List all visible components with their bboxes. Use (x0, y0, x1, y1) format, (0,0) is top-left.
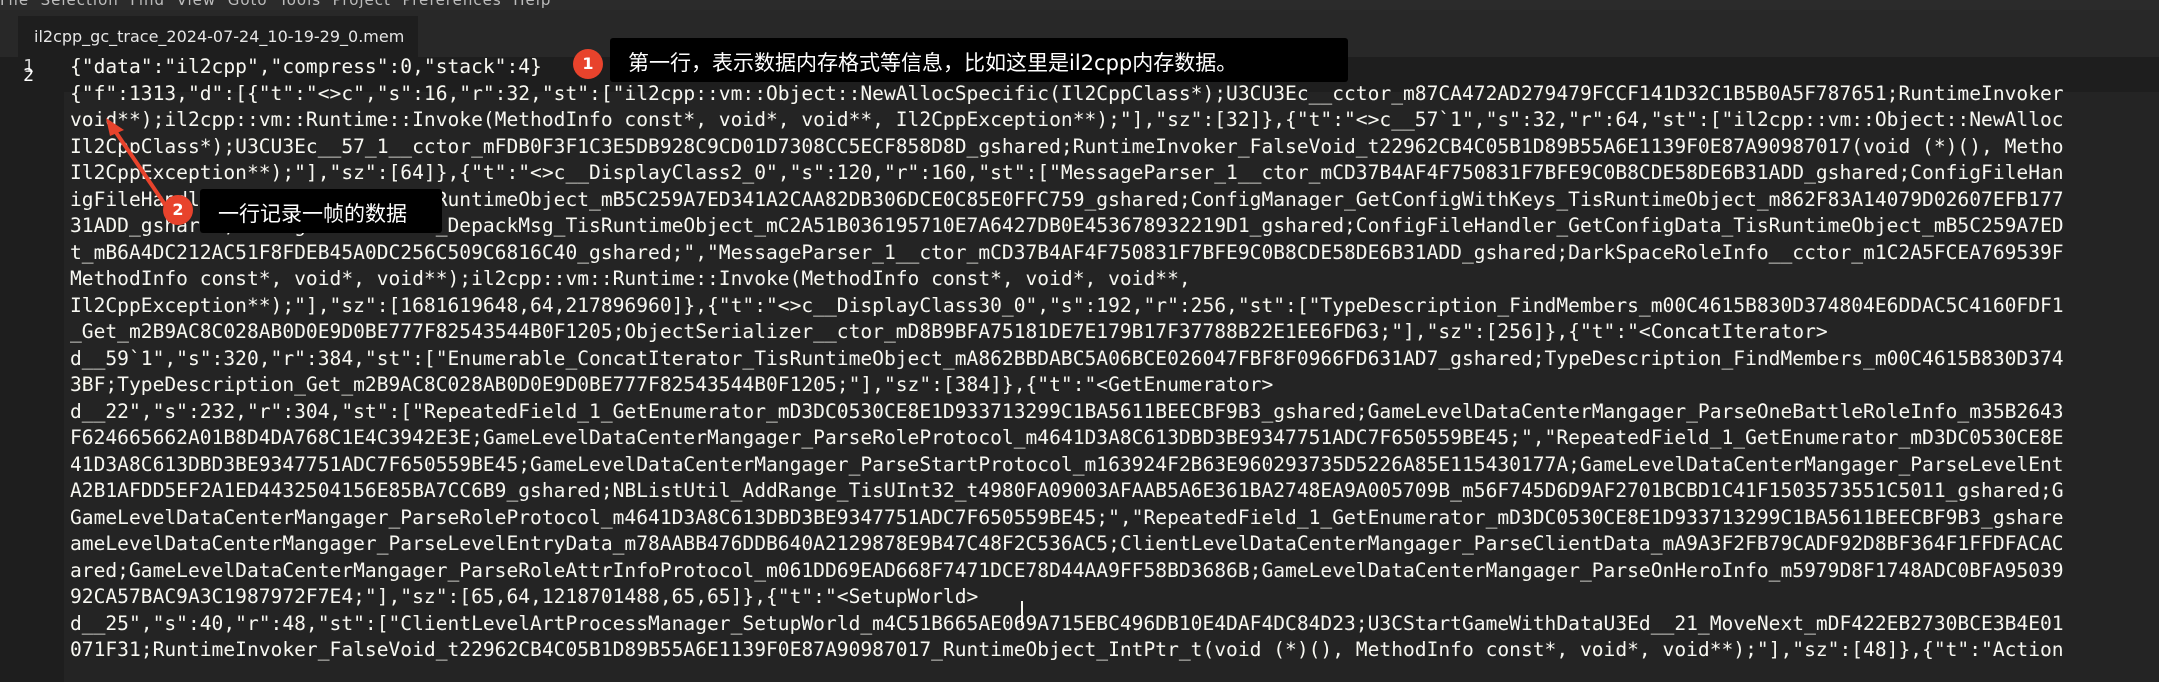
menu-bar[interactable]: File Selection Find View Goto Tools Proj… (0, 0, 2159, 10)
line-number-2: 2 (23, 65, 34, 86)
code-line-1: {"data":"il2cpp","compress":0,"stack":4} (70, 58, 542, 78)
code-line-2-wrapped: 92CA57BAC9A3C1987972F7E4;"],"sz":[65,64,… (70, 585, 979, 608)
code-line-2-wrapped: d__25","s":40,"r":48,"st":["ClientLevelA… (70, 612, 2064, 635)
code-line-2-wrapped: MethodInfo const*, void*, void**);il2cpp… (70, 267, 1191, 290)
code-line-2-wrapped: ared;GameLevelDataCenterMangager_ParseRo… (70, 559, 2064, 582)
code-line-2-wrapped: {"f":1313,"d":[{"t":"<>c","s":16,"r":32,… (70, 82, 2064, 105)
line-number-gutter: 1 2 (0, 57, 64, 682)
code-editor[interactable]: {"data":"il2cpp","compress":0,"stack":4}… (70, 58, 2159, 682)
code-line-2-wrapped: GameLevelDataCenterMangager_ParseRolePro… (70, 506, 2064, 529)
code-line-2-wrapped: _Get_m2B9AC8C028AB0D0E9D0BE777F82543544B… (70, 320, 1828, 343)
code-line-2-wrapped: d__59`1","s":320,"r":384,"st":["Enumerab… (70, 347, 2064, 370)
tab-title: il2cpp_gc_trace_2024-07-24_10-19-29_0.me… (34, 27, 405, 46)
tab-active-file[interactable]: il2cpp_gc_trace_2024-07-24_10-19-29_0.me… (18, 16, 418, 57)
code-line-2-wrapped: Il2CppException**);"],"sz":[1681619648,6… (70, 294, 2064, 317)
code-line-2-wrapped: ameLevelDataCenterMangager_ParseLevelEnt… (70, 532, 2064, 555)
code-line-2-wrapped: Il2CppException**);"],"sz":[64]},{"t":"<… (70, 161, 2064, 184)
menu-bar-items[interactable]: File Selection Find View Goto Tools Proj… (0, 0, 551, 9)
annotation-text-2: 一行记录一帧的数据 (218, 202, 407, 226)
code-line-2-wrapped: 41D3A8C613DBD3BE9347751ADC7F650559BE45;G… (70, 453, 2064, 476)
code-line-2-wrapped: A2B1AFDD5EF2A1ED4432504156E85BA7CC6B9_gs… (70, 479, 2064, 502)
annotation-text-1: 第一行，表示数据内存格式等信息，比如这里是il2cpp内存数据。 (628, 51, 1238, 75)
annotation-tooltip-2: 一行记录一帧的数据 (200, 189, 442, 233)
text-cursor (1021, 601, 1023, 626)
code-line-2-wrapped: void**);il2cpp::vm::Runtime::Invoke(Meth… (70, 108, 2064, 131)
code-line-2-wrapped: 3BF;TypeDescription_Get_m2B9AC8C028AB0D0… (70, 373, 1274, 396)
annotation-tooltip-1: 第一行，表示数据内存格式等信息，比如这里是il2cpp内存数据。 (610, 38, 1348, 82)
code-line-2-wrapped: F624665662A01B8D4DA768C1E4C3942E3E;GameL… (70, 426, 2064, 449)
code-line-2-wrapped: Il2CppClass*);U3CU3Ec__57_1__cctor_mFDB0… (70, 135, 2064, 158)
annotation-badge-1: 1 (573, 49, 603, 79)
code-line-2-wrapped: t_mB6A4DC212AC51F8FDEB45A0DC256C509C6816… (70, 241, 2064, 264)
code-line-2-wrapped: 071F31;RuntimeInvoker_FalseVoid_t22962CB… (70, 638, 2064, 661)
annotation-badge-2: 2 (163, 195, 193, 225)
code-line-2-wrapped: d__22","s":232,"r":304,"st":["RepeatedFi… (70, 400, 2064, 423)
